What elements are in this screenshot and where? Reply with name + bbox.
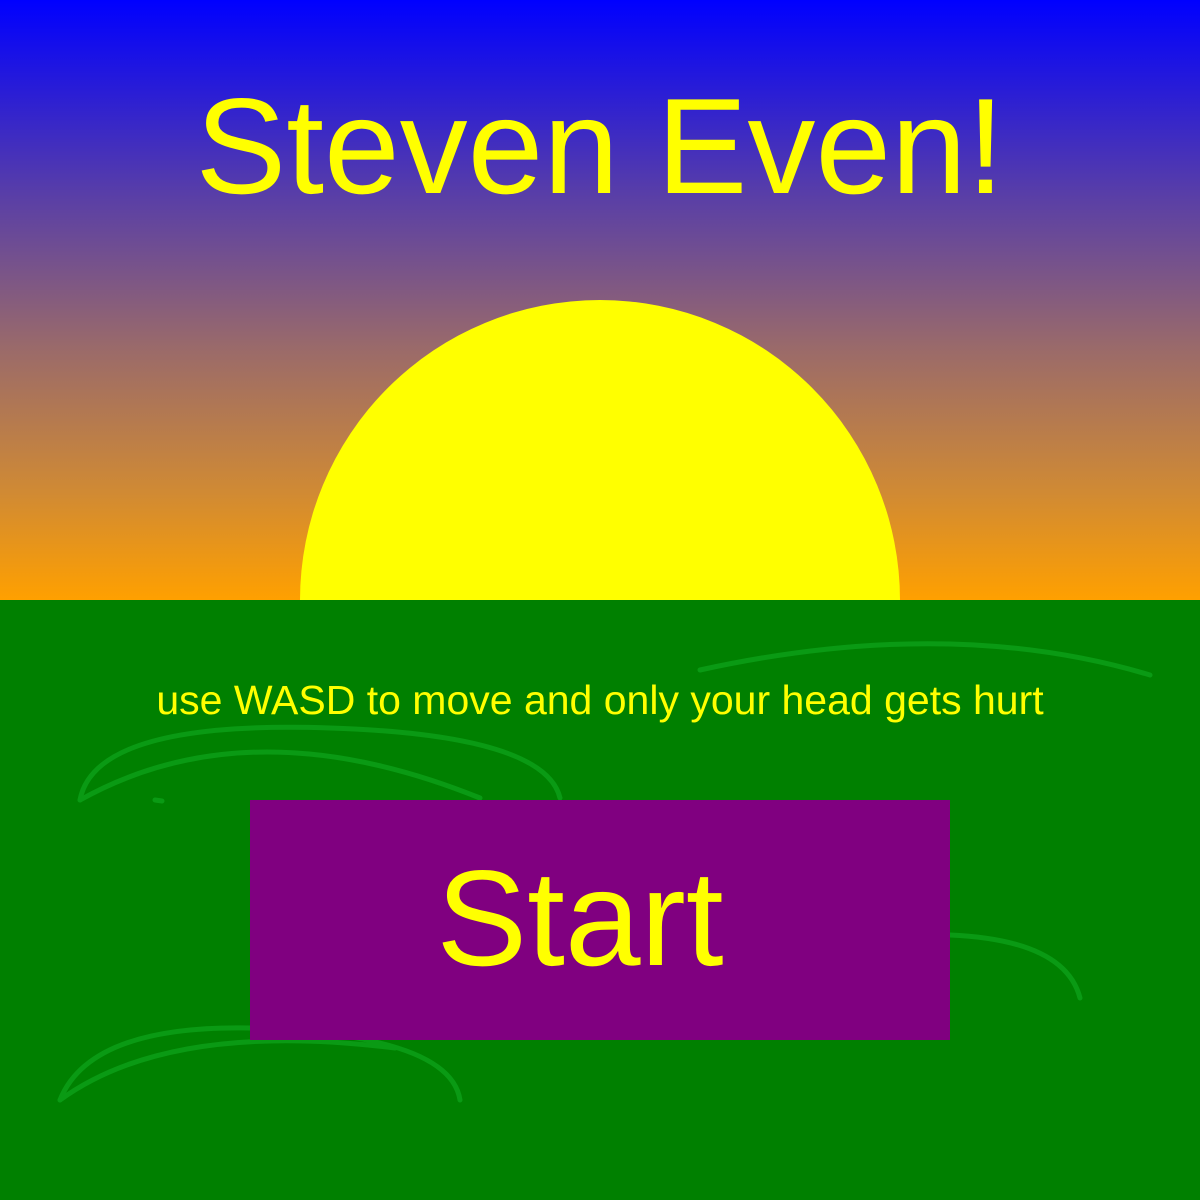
- instructions-text: use WASD to move and only your head gets…: [156, 677, 1044, 723]
- grass-arc: [152, 797, 165, 804]
- grass-arc: [77, 749, 483, 803]
- game-title: Steven Even!: [195, 70, 1005, 222]
- start-button[interactable]: [250, 800, 950, 1040]
- grass-arc: [697, 641, 1153, 678]
- grass-arc: [77, 724, 563, 803]
- grass-arc: [947, 932, 1083, 1001]
